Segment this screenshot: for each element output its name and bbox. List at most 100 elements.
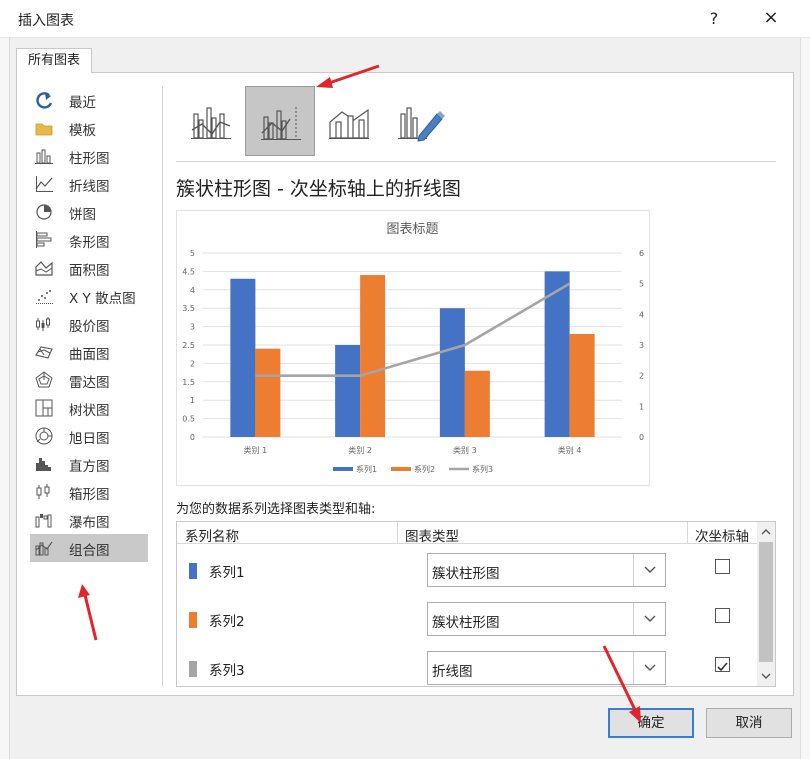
- recent-icon: [36, 92, 53, 109]
- stacked-area-clustered-column-icon: [329, 108, 369, 139]
- scroll-down-icon[interactable]: [757, 667, 775, 685]
- dropdown-arrow[interactable]: [633, 603, 665, 635]
- subtype-clustered-column-line[interactable]: [176, 86, 246, 156]
- chart-preview: 图表标题 0 0.5 1 1.5 2 2.5 3 3.5 4 4.5 5 0 1 2 3 4 5 6 类别 1 类别 2…: [176, 210, 650, 486]
- series-name: 系列3: [209, 663, 245, 679]
- chart-category-surface-chart[interactable]: 曲面图: [30, 338, 148, 366]
- secondary-axis-checkbox[interactable]: [715, 608, 730, 623]
- chart-category-label: 面积图: [69, 263, 110, 279]
- line-chart-icon: [35, 176, 53, 192]
- chart-category-histogram-chart[interactable]: 直方图: [30, 450, 148, 478]
- surface-chart-icon: [35, 346, 53, 359]
- chart-category-scatter-chart[interactable]: X Y 散点图: [30, 282, 148, 310]
- secondary-axis-checkbox[interactable]: [715, 657, 730, 672]
- bar-系列2: [360, 275, 386, 437]
- radar-chart-icon: [35, 371, 53, 388]
- chart-type-value: 折线图: [432, 664, 473, 680]
- chart-category-stock-chart[interactable]: 股价图: [30, 310, 148, 338]
- series-color-swatch: [189, 563, 197, 579]
- chart-type-value: 簇状柱形图: [432, 566, 500, 582]
- y-tick-label: 2.5: [182, 341, 195, 350]
- folder-icon: [35, 123, 53, 136]
- y-tick-label: 4: [190, 286, 195, 295]
- subtype-custom-combination[interactable]: [383, 86, 453, 156]
- series-table-header: 系列名称 图表类型 次坐标轴: [177, 522, 757, 545]
- series-row: 系列2 簇状柱形图: [177, 595, 757, 641]
- combo-chart: 图表标题 0 0.5 1 1.5 2 2.5 3 3.5 4 4.5 5 0 1 2 3 4 5 6 类别 1 类别 2…: [182, 222, 644, 474]
- tab-all-charts[interactable]: 所有图表: [16, 48, 92, 73]
- header-series-name: 系列名称: [185, 529, 239, 545]
- y-tick-label: 5: [190, 249, 195, 258]
- chart-category-label: 旭日图: [69, 431, 110, 447]
- chart-category-column-chart[interactable]: 柱形图: [30, 142, 148, 170]
- bar-系列2: [464, 370, 490, 437]
- series-color-swatch: [189, 661, 197, 677]
- x-tick-label: 类别 1: [244, 445, 268, 455]
- cancel-button[interactable]: 取消: [706, 708, 792, 738]
- boxplot-chart-icon: [36, 484, 50, 499]
- chart-category-folder[interactable]: 模板: [30, 114, 148, 142]
- chart-category-waterfall-chart[interactable]: 瀑布图: [30, 506, 148, 534]
- secondary-axis-checkbox[interactable]: [715, 559, 730, 574]
- y2-tick-label: 3: [639, 341, 644, 350]
- divider: [162, 86, 163, 686]
- chevron-down-icon: [644, 664, 656, 671]
- y-tick-label: 0: [190, 433, 195, 442]
- y2-tick-label: 1: [639, 402, 644, 411]
- scroll-up-icon[interactable]: [757, 523, 775, 541]
- y-tick-label: 4.5: [182, 267, 195, 276]
- y-tick-label: 1.5: [182, 378, 195, 387]
- bar-系列2: [255, 348, 281, 437]
- bar-系列1: [230, 278, 256, 437]
- chart-category-label: 饼图: [69, 207, 96, 223]
- header-chart-type: 图表类型: [405, 529, 459, 545]
- chart-category-boxplot-chart[interactable]: 箱形图: [30, 478, 148, 506]
- pie-chart-icon: [36, 204, 52, 220]
- x-tick-label: 类别 4: [558, 445, 582, 455]
- chart-category-label: 条形图: [69, 235, 110, 251]
- dropdown-arrow[interactable]: [633, 652, 665, 684]
- dialog-titlebar: 插入图表 ? ×: [0, 0, 810, 38]
- chart-category-combo-chart[interactable]: 组合图: [30, 534, 148, 562]
- close-button[interactable]: ×: [756, 4, 786, 32]
- chart-category-label: 树状图: [69, 403, 110, 419]
- scrollbar-thumb[interactable]: [759, 542, 773, 662]
- subtype-stacked-area-clustered-column[interactable]: [314, 86, 384, 156]
- chart-category-pie-chart[interactable]: 饼图: [30, 198, 148, 226]
- dialog-title: 插入图表: [18, 13, 74, 29]
- y2-tick-label: 4: [639, 310, 644, 319]
- chart-type-dropdown[interactable]: 簇状柱形图: [427, 602, 666, 636]
- series-row: 系列3 折线图: [177, 644, 757, 686]
- chart-category-label: 直方图: [69, 459, 110, 475]
- chart-category-treemap-chart[interactable]: 树状图: [30, 394, 148, 422]
- x-tick-label: 类别 2: [348, 445, 372, 455]
- chart-category-bar-chart[interactable]: 条形图: [30, 226, 148, 254]
- stock-chart-icon: [36, 317, 50, 331]
- bar-系列2: [569, 333, 595, 437]
- treemap-chart-icon: [35, 399, 53, 417]
- chart-category-label: 组合图: [69, 543, 110, 559]
- header-secondary-axis: 次坐标轴: [695, 529, 749, 545]
- y-tick-label: 3: [190, 323, 195, 332]
- chart-category-area-chart[interactable]: 面积图: [30, 254, 148, 282]
- help-button[interactable]: ?: [700, 6, 728, 32]
- bar-chart-icon: [36, 231, 52, 248]
- chevron-down-icon: [644, 566, 656, 573]
- chart-category-label: 曲面图: [69, 347, 110, 363]
- line-系列3: [255, 282, 571, 377]
- chart-category-sunburst-chart[interactable]: 旭日图: [30, 422, 148, 450]
- subtype-clustered-column-line-secondary-axis[interactable]: [245, 86, 315, 156]
- chart-category-recent[interactable]: 最近: [30, 86, 148, 114]
- dropdown-arrow[interactable]: [633, 554, 665, 586]
- chart-category-line-chart[interactable]: 折线图: [30, 170, 148, 198]
- chart-type-dropdown[interactable]: 折线图: [427, 651, 666, 685]
- ok-button[interactable]: 确定: [608, 708, 694, 738]
- chart-type-dropdown[interactable]: 簇状柱形图: [427, 553, 666, 587]
- legend-swatch-系列2: [391, 467, 411, 471]
- legend-label: 系列2: [414, 464, 435, 474]
- series-table-scrollbar[interactable]: [757, 522, 775, 686]
- waterfall-chart-icon: [35, 514, 52, 528]
- y2-tick-label: 0: [639, 433, 644, 442]
- chart-category-radar-chart[interactable]: 雷达图: [30, 366, 148, 394]
- column-separator: [687, 522, 688, 544]
